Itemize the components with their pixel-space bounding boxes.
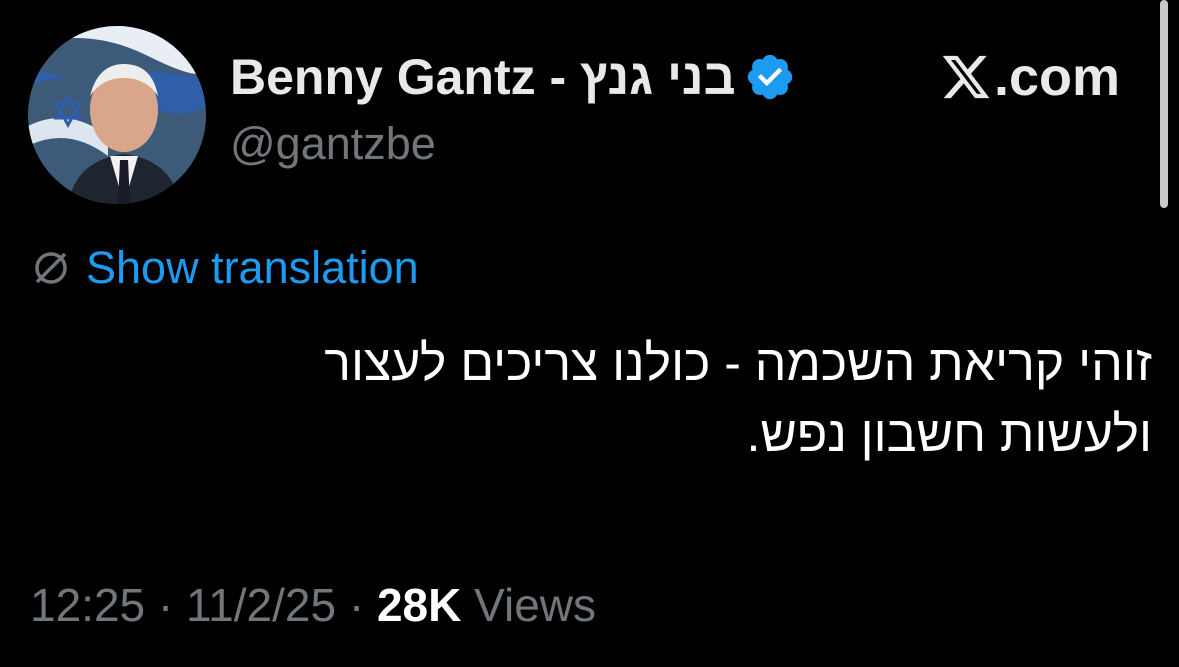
x-com-text: .com	[994, 47, 1121, 107]
show-translation-link[interactable]: Show translation	[30, 242, 419, 294]
meta-separator: ·	[157, 579, 174, 631]
x-logo-icon	[942, 55, 990, 99]
views-label: Views	[474, 579, 597, 631]
tweet-date[interactable]: 11/2/25	[186, 579, 336, 631]
views-count[interactable]: 28K	[377, 579, 461, 631]
avatar[interactable]	[28, 26, 206, 204]
author-display-name[interactable]: Benny Gantz - בני גנץ	[230, 48, 736, 106]
tweet-time[interactable]: 12:25	[30, 579, 145, 631]
tweet-screenshot: Benny Gantz - בני גנץ @gantzbe .com Show…	[0, 0, 1179, 667]
tweet-meta: 12:25 · 11/2/25 · 28K Views	[30, 578, 596, 632]
meta-separator: ·	[348, 579, 365, 631]
tweet-text-line: זוהי קריאת השכמה - כולנו צריכים לעצור	[324, 335, 1152, 391]
author-handle[interactable]: @gantzbe	[230, 118, 436, 170]
tweet-text: זוהי קריאת השכמה - כולנו צריכים לעצור ול…	[72, 328, 1152, 470]
author-name-row[interactable]: Benny Gantz - בני גנץ	[230, 42, 796, 112]
x-com-watermark: .com	[940, 46, 1120, 108]
verified-badge-icon	[747, 54, 792, 100]
avatar-photo	[28, 26, 206, 204]
scrollbar[interactable]	[1160, 0, 1168, 208]
show-translation-label[interactable]: Show translation	[86, 242, 419, 294]
tweet-text-line: ולעשות חשבון נפש.	[746, 406, 1152, 462]
globe-icon	[35, 252, 67, 284]
